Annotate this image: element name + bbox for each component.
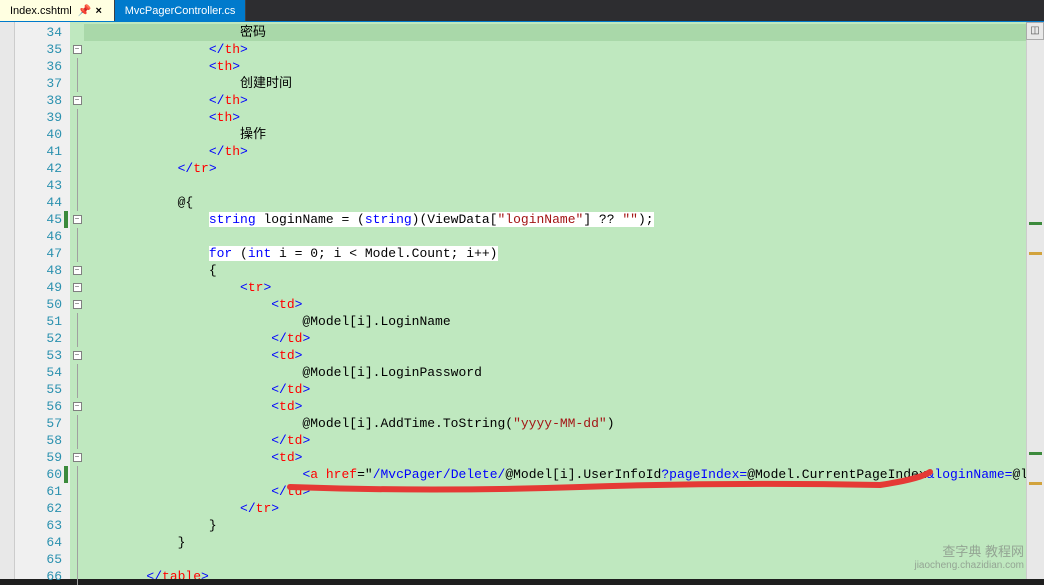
line-number[interactable]: 52 (15, 330, 68, 347)
code-line[interactable]: </td> (84, 432, 1026, 449)
breakpoint-margin[interactable] (0, 22, 15, 579)
line-number[interactable]: 50 (15, 296, 68, 313)
code-line[interactable]: for (int i = 0; i < Model.Count; i++) (84, 245, 1026, 262)
line-number[interactable]: 49 (15, 279, 68, 296)
code-line[interactable]: </td> (84, 381, 1026, 398)
fold-toggle-icon[interactable]: − (73, 96, 82, 105)
line-number[interactable]: 42 (15, 160, 68, 177)
code-line[interactable]: { (84, 262, 1026, 279)
code-line[interactable]: } (84, 534, 1026, 551)
line-number[interactable]: 41 (15, 143, 68, 160)
fold-toggle-icon[interactable]: − (73, 453, 82, 462)
fold-toggle-icon[interactable]: − (73, 402, 82, 411)
code-line[interactable]: 密码 (84, 24, 1026, 41)
code-line[interactable]: @Model[i].LoginPassword (84, 364, 1026, 381)
line-number[interactable]: 37 (15, 75, 68, 92)
line-number[interactable]: 43 (15, 177, 68, 194)
line-number[interactable]: 62 (15, 500, 68, 517)
pin-icon[interactable]: 📌 (78, 4, 88, 17)
outline-gutter[interactable]: − − − − − − − − − (70, 22, 84, 579)
line-number[interactable]: 66 (15, 568, 68, 585)
line-number[interactable]: 47 (15, 245, 68, 262)
code-line[interactable]: </tr> (84, 160, 1026, 177)
fold-toggle-icon[interactable]: − (73, 266, 82, 275)
overview-change-mark (1029, 252, 1042, 255)
fold-toggle-icon[interactable]: − (73, 45, 82, 54)
code-line[interactable]: 操作 (84, 126, 1026, 143)
line-number[interactable]: 63 (15, 517, 68, 534)
fold-toggle-icon[interactable]: − (73, 215, 82, 224)
watermark-sub: jiaocheng.chazidian.com (914, 560, 1024, 571)
close-icon[interactable]: × (94, 5, 104, 17)
code-line[interactable]: </th> (84, 143, 1026, 160)
line-number[interactable]: 35 (15, 41, 68, 58)
code-line[interactable]: </table> (84, 568, 1026, 579)
overview-change-mark (1029, 222, 1042, 225)
split-window-icon[interactable]: ◫ (1026, 22, 1044, 40)
code-line[interactable]: </td> (84, 483, 1026, 500)
line-number[interactable]: 46 (15, 228, 68, 245)
line-number[interactable]: 34 (15, 24, 68, 41)
line-number[interactable]: 64 (15, 534, 68, 551)
fold-toggle-icon[interactable]: − (73, 283, 82, 292)
code-line[interactable]: } (84, 517, 1026, 534)
code-line[interactable]: </th> (84, 41, 1026, 58)
line-number[interactable]: 56 (15, 398, 68, 415)
line-number[interactable]: 65 (15, 551, 68, 568)
code-line[interactable]: <th> (84, 109, 1026, 126)
fold-toggle-icon[interactable]: − (73, 351, 82, 360)
code-line[interactable] (84, 551, 1026, 568)
tab-label: MvcPagerController.cs (125, 5, 236, 17)
line-number[interactable]: 55 (15, 381, 68, 398)
line-number[interactable]: 51 (15, 313, 68, 330)
code-line[interactable]: <td> (84, 296, 1026, 313)
line-number-gutter[interactable]: 3435363738394041424344454647484950515253… (15, 22, 70, 579)
code-line[interactable] (84, 177, 1026, 194)
line-number[interactable]: 45 (15, 211, 68, 228)
line-number[interactable]: 61 (15, 483, 68, 500)
watermark: 查字典 教程网 jiaocheng.chazidian.com (914, 541, 1024, 571)
watermark-main: 查字典 教程网 (914, 541, 1024, 560)
editor: 3435363738394041424344454647484950515253… (0, 22, 1044, 579)
line-number[interactable]: 54 (15, 364, 68, 381)
line-number[interactable]: 59 (15, 449, 68, 466)
code-area[interactable]: 密码 </th> <th> 创建时间 </th> <th> 操作 </th> <… (84, 22, 1026, 579)
fold-toggle-icon[interactable]: − (73, 300, 82, 309)
code-line[interactable]: <td> (84, 398, 1026, 415)
code-line[interactable]: 创建时间 (84, 75, 1026, 92)
code-line[interactable]: @Model[i].AddTime.ToString("yyyy-MM-dd") (84, 415, 1026, 432)
code-line[interactable]: </th> (84, 92, 1026, 109)
line-number[interactable]: 58 (15, 432, 68, 449)
line-number[interactable]: 53 (15, 347, 68, 364)
overview-ruler[interactable]: ◫ (1026, 22, 1044, 579)
code-line[interactable]: string loginName = (string)(ViewData["lo… (84, 211, 1026, 228)
line-number[interactable]: 60 (15, 466, 68, 483)
code-line[interactable]: <td> (84, 449, 1026, 466)
overview-change-mark (1029, 452, 1042, 455)
line-number[interactable]: 57 (15, 415, 68, 432)
line-number[interactable]: 38 (15, 92, 68, 109)
code-line[interactable] (84, 228, 1026, 245)
code-line[interactable]: </tr> (84, 500, 1026, 517)
tab-bar: Index.cshtml 📌 × MvcPagerController.cs (0, 0, 1044, 22)
line-number[interactable]: 44 (15, 194, 68, 211)
line-number[interactable]: 48 (15, 262, 68, 279)
code-line[interactable]: @Model[i].LoginName (84, 313, 1026, 330)
tab-label: Index.cshtml (10, 5, 72, 17)
code-line[interactable]: <tr> (84, 279, 1026, 296)
line-number[interactable]: 39 (15, 109, 68, 126)
overview-change-mark (1029, 482, 1042, 485)
code-line[interactable]: <td> (84, 347, 1026, 364)
tab-index-cshtml[interactable]: Index.cshtml 📌 × (0, 0, 115, 21)
line-number[interactable]: 40 (15, 126, 68, 143)
tab-mvcpager-controller[interactable]: MvcPagerController.cs (115, 0, 247, 21)
code-line[interactable]: <a href="/MvcPager/Delete/@Model[i].User… (84, 466, 1026, 483)
code-line[interactable]: </td> (84, 330, 1026, 347)
line-number[interactable]: 36 (15, 58, 68, 75)
code-line[interactable]: <th> (84, 58, 1026, 75)
code-line[interactable]: @{ (84, 194, 1026, 211)
